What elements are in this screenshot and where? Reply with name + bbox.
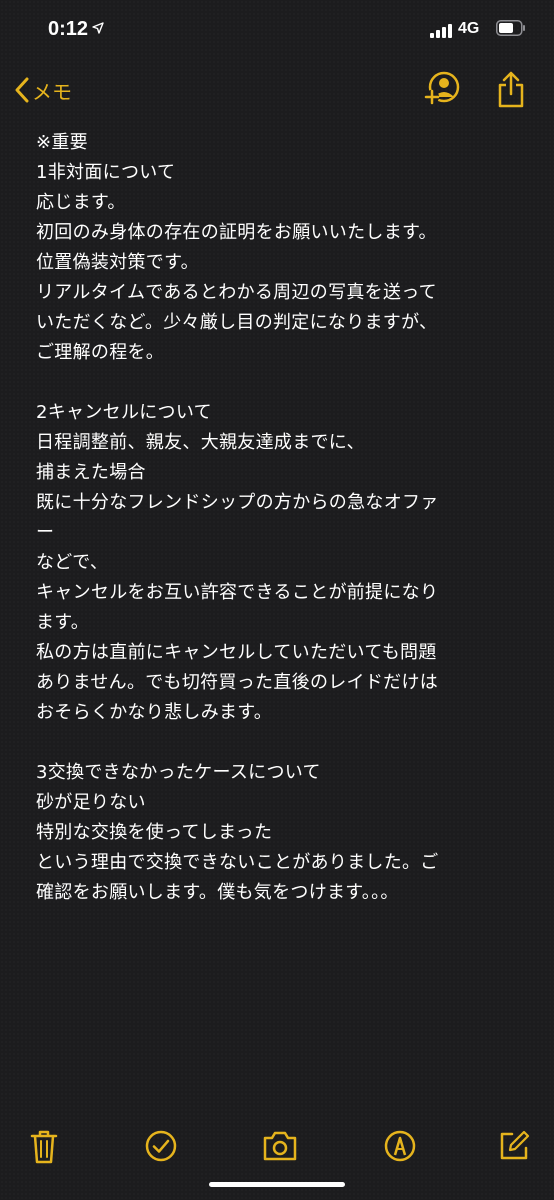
note-line: いただくなど。少々厳し目の判定になりますが、 xyxy=(36,312,438,333)
home-indicator xyxy=(209,1182,345,1187)
note-line xyxy=(36,368,536,398)
note-line: 初回のみ身体の存在の証明をお願いいたします。 xyxy=(36,222,437,243)
note-line xyxy=(36,728,536,758)
note-line: ※重要 xyxy=(36,132,88,153)
note-line: ます。 xyxy=(36,612,90,633)
share-icon[interactable] xyxy=(496,70,526,110)
note-line: 特別な交換を使ってしまった xyxy=(36,822,273,843)
location-arrow-icon xyxy=(92,22,104,34)
note-line: リアルタイムであるとわかる周辺の写真を送って xyxy=(36,282,437,303)
note-line: 応じます。 xyxy=(36,192,126,213)
trash-icon[interactable] xyxy=(30,1130,58,1164)
note-body[interactable]: ※重要 1非対面について 応じます。初回のみ身体の存在の証明をお願いいたします。 位置… xyxy=(36,128,536,908)
network-type: 4G xyxy=(458,20,480,37)
navigation-bar: メモ xyxy=(0,68,554,112)
camera-icon[interactable] xyxy=(262,1130,298,1162)
note-line: 既に十分なフレンドシップの方からの急なオファ xyxy=(36,492,439,513)
note-line: ご理解の程を。 xyxy=(36,342,165,363)
note-line: 確認をお願いします。僕も気をつけます。。。 xyxy=(36,882,399,903)
markup-icon[interactable] xyxy=(384,1130,416,1162)
bottom-toolbar xyxy=(0,1130,554,1174)
status-time: 0:12 xyxy=(48,18,89,40)
battery-icon xyxy=(496,20,525,36)
note-line: という理由で交換できないことがありました。ご xyxy=(36,852,439,873)
back-button[interactable]: メモ xyxy=(14,72,72,108)
note-line: 日程調整前、親友、大親友達成までに、 xyxy=(36,432,365,453)
note-line: 2キャンセルについて xyxy=(36,402,212,423)
back-button-label: メモ xyxy=(32,79,72,104)
note-line: ー xyxy=(36,522,55,543)
note-line: 位置偽装対策です。 xyxy=(36,252,199,273)
add-person-icon[interactable] xyxy=(422,70,462,110)
checklist-icon[interactable] xyxy=(145,1130,177,1162)
note-line: 1非対面について xyxy=(36,162,176,183)
note-line: キャンセルをお互い許容できることが前提になり xyxy=(36,582,439,603)
note-line: 砂が足りない xyxy=(36,792,146,813)
note-line: などで、 xyxy=(36,552,109,573)
note-line: 3交換できなかったケースについて xyxy=(36,762,321,783)
note-line: ありません。でも切符買った直後のレイドだけは xyxy=(36,672,439,693)
cellular-signal-icon xyxy=(430,24,452,38)
note-line: おそらくかなり悲しみます。 xyxy=(36,702,273,723)
status-bar: 0:12 4G xyxy=(0,0,554,60)
compose-icon[interactable] xyxy=(498,1130,530,1162)
note-line: 捕まえた場合 xyxy=(36,462,146,483)
note-line: 私の方は直前にキャンセルしていただいても問題 xyxy=(36,642,437,663)
chevron-left-icon xyxy=(15,77,29,103)
